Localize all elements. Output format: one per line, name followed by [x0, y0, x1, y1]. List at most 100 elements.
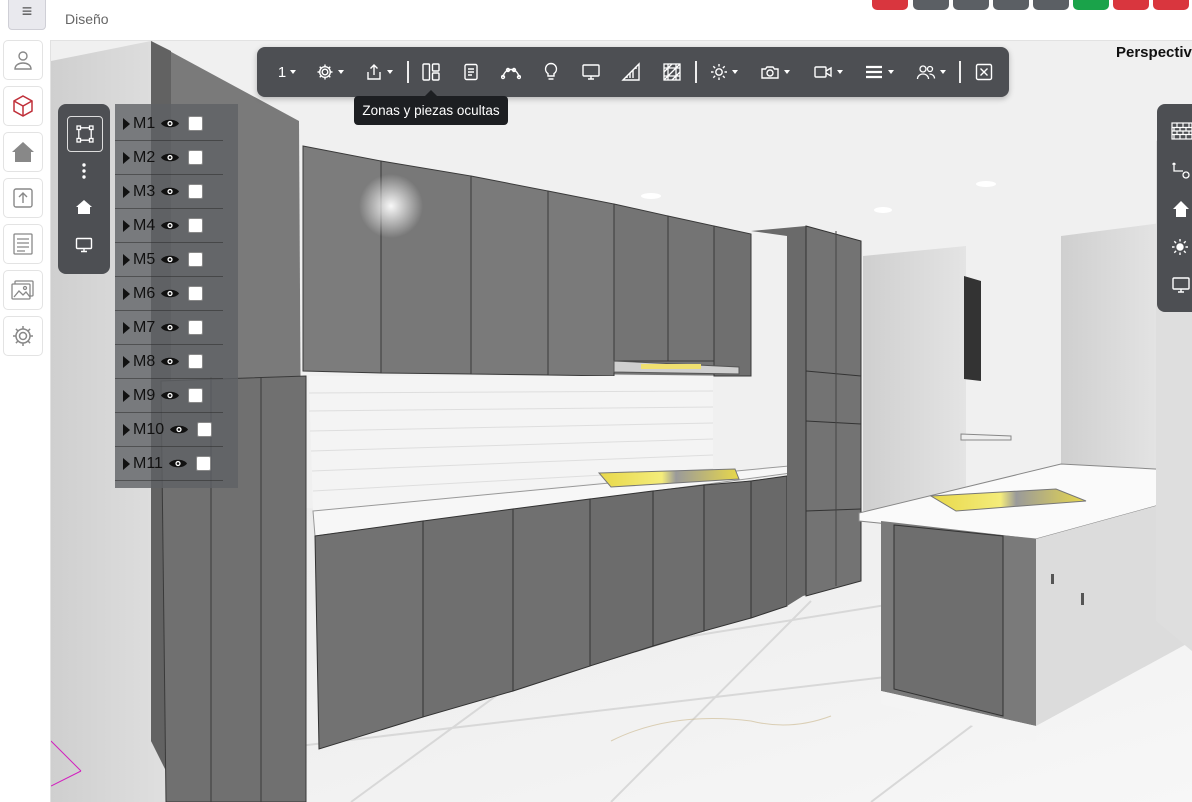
eye-icon[interactable]	[160, 219, 180, 232]
module-checkbox[interactable]	[188, 218, 204, 233]
header-action-green[interactable]	[1073, 0, 1109, 10]
module-row[interactable]: M10	[115, 413, 223, 447]
monitor-button[interactable]	[579, 59, 603, 85]
header-action-red-1[interactable]	[872, 0, 908, 10]
home-view-button[interactable]	[67, 190, 101, 224]
more-options-button[interactable]	[67, 154, 101, 188]
wall-button[interactable]	[1171, 120, 1192, 142]
expand-caret-icon[interactable]	[123, 457, 130, 470]
monitor-icon	[582, 64, 600, 80]
camera-dropdown[interactable]	[758, 59, 792, 85]
sidebar-item-upload[interactable]	[3, 178, 43, 218]
module-row[interactable]: M3	[115, 175, 223, 209]
expand-caret-icon[interactable]	[123, 321, 130, 334]
expand-caret-icon[interactable]	[123, 117, 130, 130]
module-checkbox[interactable]	[188, 252, 204, 267]
header-action-red-3[interactable]	[1153, 0, 1189, 10]
eye-icon[interactable]	[160, 389, 180, 402]
users-dropdown[interactable]	[913, 59, 949, 85]
expand-caret-icon[interactable]	[123, 287, 130, 300]
settings-dropdown[interactable]	[313, 59, 347, 85]
document-button[interactable]	[459, 59, 483, 85]
ruler-icon	[621, 62, 640, 81]
users-icon	[916, 65, 936, 80]
header-action-red-2[interactable]	[1113, 0, 1149, 10]
cube-icon	[13, 95, 33, 117]
lighting-button[interactable]	[539, 59, 563, 85]
module-checkbox[interactable]	[195, 456, 211, 471]
header-action-gray-1[interactable]	[913, 0, 949, 10]
eye-icon[interactable]	[160, 355, 180, 368]
module-checkbox[interactable]	[188, 354, 204, 369]
module-row[interactable]: M8	[115, 345, 223, 379]
ruler-button[interactable]	[619, 59, 643, 85]
module-row[interactable]: M2	[115, 141, 223, 175]
texture-button[interactable]	[660, 59, 684, 85]
curve-button[interactable]	[499, 59, 523, 85]
sun-dropdown[interactable]	[707, 59, 741, 85]
expand-caret-icon[interactable]	[123, 219, 130, 232]
module-checkbox[interactable]	[188, 184, 204, 199]
sidebar-item-3d[interactable]	[3, 86, 43, 126]
hidden-zones-button[interactable]	[419, 59, 443, 85]
curve-icon	[501, 67, 521, 80]
module-label: M2	[133, 148, 156, 166]
right-tools-panel	[1157, 104, 1192, 312]
module-list: M1 M2 M3 M4 M5 M6 M7 M8 M9 M10 M11	[115, 104, 238, 488]
module-label: M7	[133, 318, 156, 336]
expand-caret-icon[interactable]	[123, 151, 130, 164]
screen-view-button[interactable]	[67, 228, 101, 262]
eye-icon[interactable]	[169, 423, 189, 436]
sidebar-item-images[interactable]	[3, 270, 43, 310]
measure-button[interactable]	[1171, 160, 1192, 182]
module-row[interactable]: M9	[115, 379, 223, 413]
header-action-gray-4[interactable]	[1033, 0, 1069, 10]
module-row[interactable]: M5	[115, 243, 223, 277]
select-frame-button[interactable]	[67, 116, 103, 152]
module-label: M6	[133, 284, 156, 302]
document-icon	[464, 63, 478, 81]
eye-icon[interactable]	[160, 321, 180, 334]
module-row[interactable]: M11	[115, 447, 223, 481]
layout-icon	[422, 63, 440, 81]
module-row[interactable]: M4	[115, 209, 223, 243]
eye-icon[interactable]	[160, 185, 180, 198]
menu-button[interactable]: ≡	[8, 0, 46, 30]
module-row[interactable]: M1	[115, 107, 223, 141]
display-button[interactable]	[1171, 274, 1192, 296]
header-action-gray-2[interactable]	[953, 0, 989, 10]
light-button[interactable]	[1171, 236, 1192, 258]
module-checkbox[interactable]	[197, 422, 213, 437]
expand-caret-icon[interactable]	[123, 389, 130, 402]
eye-icon[interactable]	[160, 151, 180, 164]
module-label: M10	[133, 420, 165, 438]
expand-caret-icon[interactable]	[123, 423, 130, 436]
sidebar-item-user[interactable]	[3, 40, 43, 80]
expand-caret-icon[interactable]	[123, 355, 130, 368]
module-checkbox[interactable]	[188, 116, 204, 131]
module-row[interactable]: M7	[115, 311, 223, 345]
close-view-button[interactable]	[972, 59, 996, 85]
video-dropdown[interactable]	[810, 59, 846, 85]
expand-caret-icon[interactable]	[123, 185, 130, 198]
home-upload-button[interactable]	[1171, 198, 1192, 220]
module-checkbox[interactable]	[188, 286, 204, 301]
document-list-icon	[13, 233, 33, 255]
lines-dropdown[interactable]	[861, 59, 897, 85]
module-checkbox[interactable]	[188, 320, 204, 335]
header-action-gray-3[interactable]	[993, 0, 1029, 10]
eye-icon[interactable]	[168, 457, 188, 470]
module-checkbox[interactable]	[188, 388, 204, 403]
module-checkbox[interactable]	[188, 150, 204, 165]
eye-icon[interactable]	[160, 253, 180, 266]
eye-icon[interactable]	[160, 117, 180, 130]
eye-icon[interactable]	[160, 287, 180, 300]
expand-caret-icon[interactable]	[123, 253, 130, 266]
sidebar-item-list[interactable]	[3, 224, 43, 264]
monitor-icon	[1172, 277, 1190, 293]
sidebar-item-settings[interactable]	[3, 316, 43, 356]
view-number-dropdown[interactable]: 1	[275, 59, 299, 85]
module-row[interactable]: M6	[115, 277, 223, 311]
sidebar-item-home[interactable]	[3, 132, 43, 172]
share-dropdown[interactable]	[362, 59, 396, 85]
